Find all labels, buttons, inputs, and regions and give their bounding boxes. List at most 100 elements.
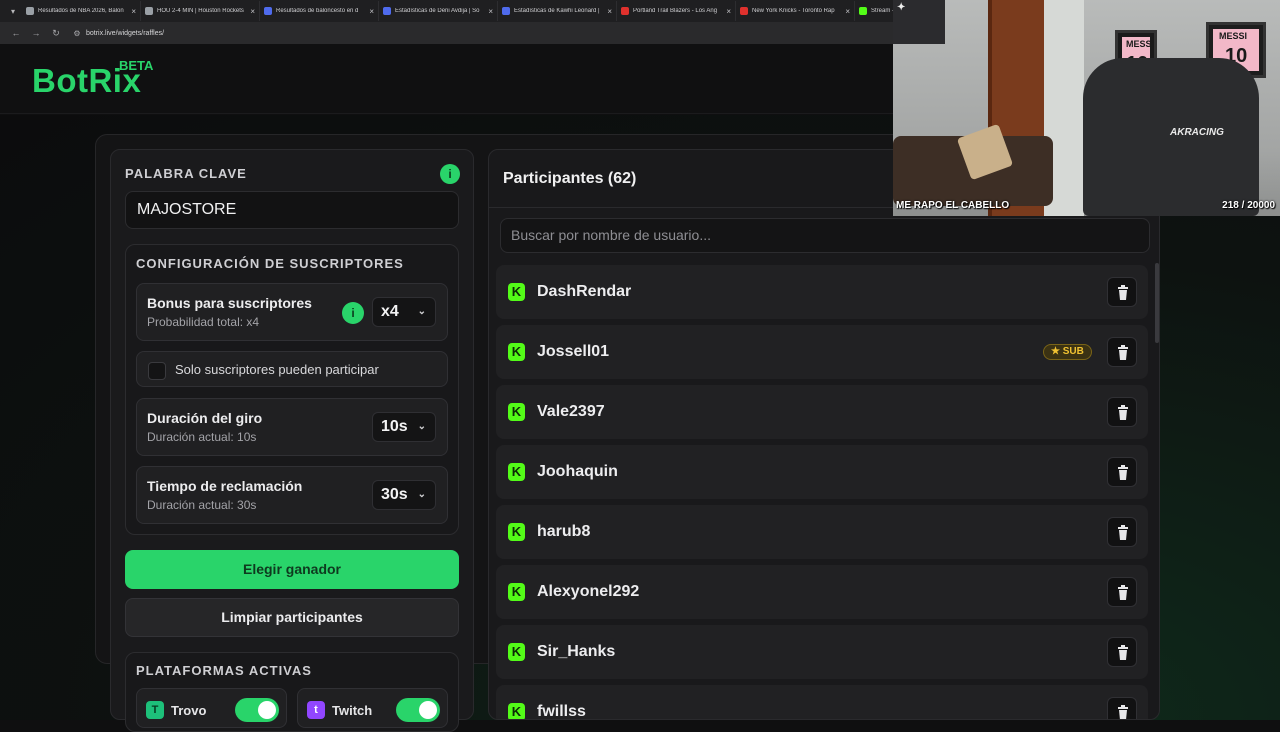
only-subs-card[interactable]: Solo suscriptores pueden participar xyxy=(136,351,448,387)
tab-favicon-icon xyxy=(264,7,272,15)
back-icon[interactable]: ← xyxy=(6,28,26,38)
delete-participant-button[interactable] xyxy=(1107,637,1137,667)
toggle-knob xyxy=(419,701,437,719)
keyword-label: PALABRA CLAVE xyxy=(125,166,247,181)
kick-icon: K xyxy=(508,403,525,421)
tab-close-icon[interactable]: × xyxy=(845,7,850,16)
tab-favicon-icon xyxy=(502,7,510,15)
tab-title: HOU 2-4 MIN | Houston Rockets xyxy=(157,8,244,14)
tab-favicon-icon xyxy=(26,7,34,15)
url-field[interactable]: botrix.live/widgets/raffles/ xyxy=(86,30,164,37)
sub-badge: ★ SUB xyxy=(1043,344,1092,360)
trash-icon xyxy=(1118,645,1128,660)
delete-participant-button[interactable] xyxy=(1107,397,1137,427)
reload-icon[interactable]: ↻ xyxy=(46,28,66,39)
claim-time-card: Tiempo de reclamación Duración actual: 3… xyxy=(136,466,448,524)
bonus-card: Bonus para suscriptores Probabilidad tot… xyxy=(136,283,448,341)
forward-icon[interactable]: → xyxy=(26,28,46,38)
spin-select[interactable]: 10s ⌄ xyxy=(372,412,436,442)
trash-icon xyxy=(1118,465,1128,480)
delete-participant-button[interactable] xyxy=(1107,277,1137,307)
beta-badge: BETA xyxy=(119,58,154,73)
participant-search-input[interactable]: Buscar por nombre de usuario... xyxy=(500,218,1150,253)
platform-name: Trovo xyxy=(171,703,207,718)
tab-title: Estadísticas de Deni Avdija | So xyxy=(395,8,480,14)
tab-favicon-icon xyxy=(859,7,867,15)
trash-icon xyxy=(1118,285,1128,300)
kick-icon: K xyxy=(508,523,525,541)
chair-brand: AKRACING xyxy=(1170,127,1224,138)
tab-close-icon[interactable]: × xyxy=(369,7,374,16)
trovo-icon: T xyxy=(146,701,164,719)
browser-tab[interactable]: Resultados de NBA 2026, Balon × xyxy=(22,1,141,21)
chevron-down-icon: ⌄ xyxy=(417,306,426,317)
kick-icon: K xyxy=(508,463,525,481)
trash-icon xyxy=(1118,525,1128,540)
participant-row: K Jossell01 ★ SUB xyxy=(496,325,1148,379)
tab-close-icon[interactable]: × xyxy=(607,7,612,16)
delete-participant-button[interactable] xyxy=(1107,577,1137,607)
browser-tab[interactable]: HOU 2-4 MIN | Houston Rockets × xyxy=(141,1,260,21)
participants-title: Participantes (62) xyxy=(503,170,637,187)
participant-row: K Sir_Hanks xyxy=(496,625,1148,679)
participant-name: Jossell01 xyxy=(537,343,610,360)
keyword-input[interactable]: MAJOSTORE xyxy=(125,191,459,229)
delete-participant-button[interactable] xyxy=(1107,517,1137,547)
trash-icon xyxy=(1118,705,1128,719)
bonus-info-icon[interactable]: i xyxy=(342,302,364,324)
list-scrollbar[interactable] xyxy=(1155,263,1159,343)
participant-name: harub8 xyxy=(537,523,591,540)
twitch-icon: t xyxy=(307,701,325,719)
browser-tab[interactable]: Estadísticas de Kawhi Leonard | × xyxy=(498,1,617,21)
sub-badge-label: SUB xyxy=(1062,346,1084,357)
pick-winner-button[interactable]: Elegir ganador xyxy=(125,550,459,589)
kick-icon: K xyxy=(508,583,525,601)
platform-name: Twitch xyxy=(332,703,373,718)
trash-icon xyxy=(1118,405,1128,420)
tab-title: Resultados de baloncesto en d xyxy=(276,8,359,14)
tab-close-icon[interactable]: × xyxy=(250,7,255,16)
tab-strip: Resultados de NBA 2026, Balon × HOU 2-4 MI… xyxy=(22,1,974,21)
claim-title: Tiempo de reclamación xyxy=(147,478,303,494)
toggle-knob xyxy=(258,701,276,719)
twitch-toggle[interactable] xyxy=(396,698,440,722)
tab-title: New York Knicks - Toronto Rap xyxy=(752,8,835,14)
keyword-info-icon[interactable]: i xyxy=(440,164,460,184)
tab-title: Estadísticas de Kawhi Leonard | xyxy=(514,8,600,14)
tab-search-icon[interactable]: ▾ xyxy=(6,4,20,18)
chevron-down-icon: ⌄ xyxy=(417,421,426,432)
bonus-select[interactable]: x4 ⌄ xyxy=(372,297,436,327)
participant-name: DashRendar xyxy=(537,283,632,300)
delete-participant-button[interactable] xyxy=(1107,457,1137,487)
browser-tab[interactable]: Portland Trail Blazers - Los Ang × xyxy=(617,1,736,21)
trovo-toggle[interactable] xyxy=(235,698,279,722)
participant-name: fwillss xyxy=(537,703,586,720)
webcam-caption: ME RAPO EL CABELLO xyxy=(896,200,1010,211)
delete-participant-button[interactable] xyxy=(1107,337,1137,367)
tab-close-icon[interactable]: × xyxy=(131,7,136,16)
clear-participants-button[interactable]: Limpiar participantes xyxy=(125,598,459,637)
webcam-overlay: ✦ MESSI 10 MESSI 10 AKRACING ME RAPO EL … xyxy=(893,0,1280,216)
delete-participant-button[interactable] xyxy=(1107,697,1137,719)
tab-title: Portland Trail Blazers - Los Ang xyxy=(633,8,718,14)
participant-row: K DashRendar xyxy=(496,265,1148,319)
site-info-icon[interactable]: ⚙ xyxy=(70,29,84,38)
frame-text: MESSI xyxy=(1219,31,1248,41)
tab-close-icon[interactable]: × xyxy=(726,7,731,16)
participant-row: K Alexyonel292 xyxy=(496,565,1148,619)
kick-icon: K xyxy=(508,343,525,361)
spin-duration-card: Duración del giro Duración actual: 10s 1… xyxy=(136,398,448,456)
subscriber-config-title: CONFIGURACIÓN DE SUSCRIPTORES xyxy=(136,256,404,271)
tab-title: Resultados de NBA 2026, Balon xyxy=(38,8,124,14)
chevron-down-icon: ⌄ xyxy=(417,489,426,500)
only-subs-checkbox[interactable] xyxy=(148,362,166,380)
tab-favicon-icon xyxy=(740,7,748,15)
browser-tab[interactable]: New York Knicks - Toronto Rap × xyxy=(736,1,855,21)
browser-tab[interactable]: Estadísticas de Deni Avdija | So × xyxy=(379,1,498,21)
webcam-poster: ✦ xyxy=(893,0,945,44)
claim-select[interactable]: 30s ⌄ xyxy=(372,480,436,510)
tab-close-icon[interactable]: × xyxy=(488,7,493,16)
participant-row: Kfwillss xyxy=(496,685,1148,720)
browser-tab[interactable]: Resultados de baloncesto en d × xyxy=(260,1,379,21)
webcam-counter: 218 / 20000 xyxy=(1222,200,1275,211)
